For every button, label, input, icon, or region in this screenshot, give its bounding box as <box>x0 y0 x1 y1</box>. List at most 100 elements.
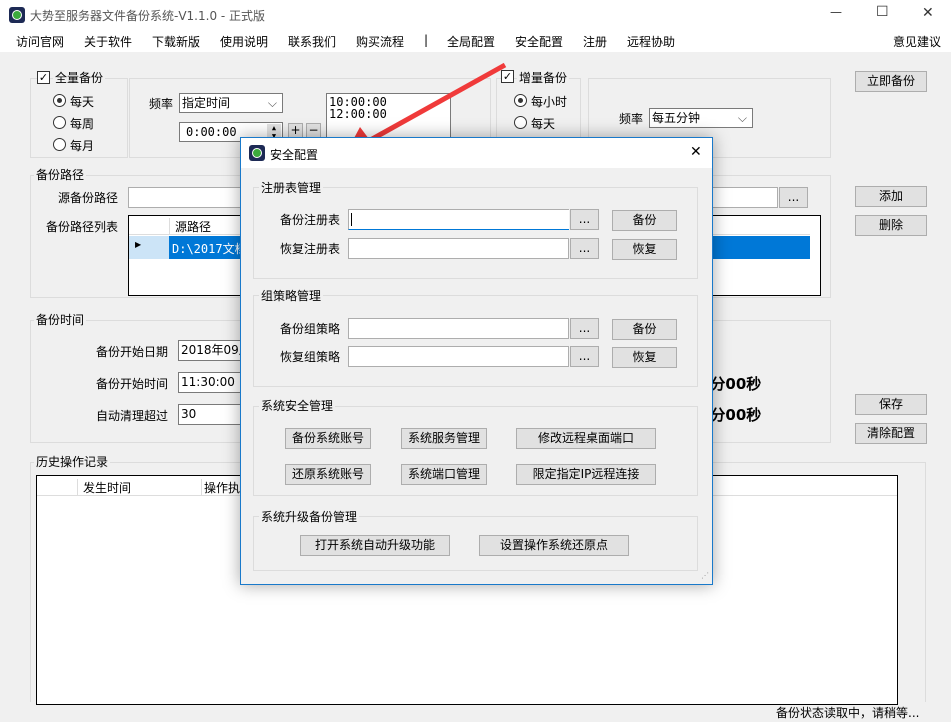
clear-config-button[interactable]: 清除配置 <box>855 423 927 444</box>
restore-policy-button[interactable]: 恢复 <box>612 347 677 368</box>
resize-grip-icon[interactable]: ⋰ <box>701 571 709 580</box>
restore-policy-label: 恢复组策略 <box>280 350 341 364</box>
menu-register[interactable]: 注册 <box>583 33 607 50</box>
radio-daily[interactable] <box>53 94 66 107</box>
backup-policy-button[interactable]: 备份 <box>612 319 677 340</box>
source-browse-button[interactable]: ... <box>779 187 808 208</box>
menu-purchase[interactable]: 购买流程 <box>356 33 404 50</box>
backup-now-button[interactable]: 立即备份 <box>855 71 927 92</box>
menu-remote-help[interactable]: 远程协助 <box>627 33 675 50</box>
restore-policy-input[interactable] <box>348 346 569 367</box>
save-button[interactable]: 保存 <box>855 394 927 415</box>
restore-accounts-button[interactable]: 还原系统账号 <box>285 464 371 485</box>
column-header-source[interactable]: 源路径 <box>169 218 211 235</box>
start-time-value: 11:30:00 <box>181 375 235 389</box>
full-backup-label: 全量备份 <box>53 69 106 86</box>
restore-registry-input[interactable] <box>348 238 569 259</box>
backup-policy-browse[interactable]: ... <box>570 318 599 339</box>
backup-registry-label: 备份注册表 <box>280 213 341 227</box>
radio-weekly-label: 每周 <box>70 117 95 131</box>
start-date-label: 备份开始日期 <box>96 345 169 359</box>
frequency-select[interactable]: 指定时间 ⌵ <box>179 93 283 113</box>
radio-monthly-label: 每月 <box>70 139 95 153</box>
registry-title: 注册表管理 <box>259 179 324 196</box>
policy-title: 组策略管理 <box>259 287 324 304</box>
backup-time-title: 备份时间 <box>34 311 87 328</box>
port-manage-button[interactable]: 系统端口管理 <box>401 464 487 485</box>
cleanup-label: 自动清理超过 <box>96 409 169 423</box>
chevron-down-icon: ⌵ <box>267 96 277 110</box>
menu-visit-site[interactable]: 访问官网 <box>16 33 64 50</box>
menu-security-config[interactable]: 安全配置 <box>515 33 563 50</box>
row-pointer-icon: ▶ <box>135 240 142 249</box>
full-backup-checkbox[interactable]: ✓ <box>37 71 50 84</box>
service-manage-button[interactable]: 系统服务管理 <box>401 428 487 449</box>
radio-incr-daily-label: 每天 <box>531 117 556 131</box>
backup-registry-input[interactable] <box>348 209 569 230</box>
incr-frequency-value: 每五分钟 <box>652 111 701 125</box>
path-list-label: 备份路径列表 <box>46 220 119 234</box>
status-text: 备份状态读取中，请稍等... <box>776 706 920 720</box>
dialog-title: 安全配置 <box>270 148 319 162</box>
add-button[interactable]: 添加 <box>855 186 927 207</box>
menu-contact[interactable]: 联系我们 <box>288 33 336 50</box>
security-config-dialog: 安全配置 ✕ 注册表管理 备份注册表 ... 备份 恢复注册表 ... 恢复 组… <box>240 137 713 585</box>
system-security-title: 系统安全管理 <box>259 397 336 414</box>
radio-monthly[interactable] <box>53 138 66 151</box>
backup-path-title: 备份路径 <box>34 166 87 183</box>
restore-registry-button[interactable]: 恢复 <box>612 239 677 260</box>
radio-daily-label: 每天 <box>70 95 95 109</box>
add-time-button[interactable]: + <box>288 123 303 138</box>
radio-weekly[interactable] <box>53 116 66 129</box>
backup-registry-browse[interactable]: ... <box>570 209 599 230</box>
column-header-operation[interactable]: 操作执 <box>201 479 240 496</box>
backup-policy-label: 备份组策略 <box>280 322 341 336</box>
restore-policy-browse[interactable]: ... <box>570 346 599 367</box>
restore-registry-browse[interactable]: ... <box>570 238 599 259</box>
dialog-title-bar: 安全配置 ✕ <box>241 138 712 168</box>
registry-group <box>253 187 698 279</box>
frequency-value: 指定时间 <box>182 96 231 110</box>
column-header-time[interactable]: 发生时间 <box>77 479 201 496</box>
cleanup-value: 30 <box>181 407 197 421</box>
dialog-close-button[interactable]: ✕ <box>690 144 702 160</box>
menu-feedback[interactable]: 意见建议 <box>893 33 941 50</box>
title-bar: 大势至服务器文件备份系统-V1.1.0 - 正式版 — ☐ ✕ <box>0 0 951 30</box>
backup-registry-button[interactable]: 备份 <box>612 210 677 231</box>
history-title: 历史操作记录 <box>34 453 111 470</box>
time-value: 0:00:00 <box>186 125 237 139</box>
restore-point-button[interactable]: 设置操作系统还原点 <box>479 535 629 556</box>
upgrade-title: 系统升级备份管理 <box>259 508 360 525</box>
minimize-button[interactable]: — <box>830 5 842 19</box>
maximize-button[interactable]: ☐ <box>876 4 889 20</box>
remove-time-button[interactable]: − <box>306 123 321 138</box>
menu-about[interactable]: 关于软件 <box>84 33 132 50</box>
source-path-label: 源备份路径 <box>58 191 119 205</box>
incr-frequency-select[interactable]: 每五分钟 ⌵ <box>649 108 753 128</box>
menu-bar: 访问官网 关于软件 下载新版 使用说明 联系我们 购买流程 | 全局配置 安全配… <box>0 30 951 52</box>
text-cursor <box>351 213 352 226</box>
close-button[interactable]: ✕ <box>922 5 934 21</box>
restrict-ip-button[interactable]: 限定指定IP远程连接 <box>516 464 656 485</box>
row-selector[interactable]: ▶ <box>129 236 169 259</box>
start-time-label: 备份开始时间 <box>96 377 169 391</box>
chevron-down-icon: ⌵ <box>737 111 747 125</box>
frequency-label: 频率 <box>149 97 174 111</box>
menu-manual[interactable]: 使用说明 <box>220 33 268 50</box>
delete-button[interactable]: 删除 <box>855 215 927 236</box>
rdp-port-button[interactable]: 修改远程桌面端口 <box>516 428 656 449</box>
app-logo-icon <box>9 7 25 23</box>
menu-global-config[interactable]: 全局配置 <box>447 33 495 50</box>
path-cell: D:\2017文档 <box>172 242 247 256</box>
enable-auto-update-button[interactable]: 打开系统自动升级功能 <box>300 535 450 556</box>
app-logo-icon <box>249 145 265 161</box>
incr-frequency-label: 频率 <box>619 112 644 126</box>
menu-download[interactable]: 下载新版 <box>152 33 200 50</box>
backup-accounts-button[interactable]: 备份系统账号 <box>285 428 371 449</box>
window-title: 大势至服务器文件备份系统-V1.1.0 - 正式版 <box>30 9 266 23</box>
restore-registry-label: 恢复注册表 <box>280 242 341 256</box>
radio-hourly-label: 每小时 <box>531 95 568 109</box>
backup-policy-input[interactable] <box>348 318 569 339</box>
menu-separator: | <box>424 33 429 47</box>
policy-group <box>253 295 698 387</box>
